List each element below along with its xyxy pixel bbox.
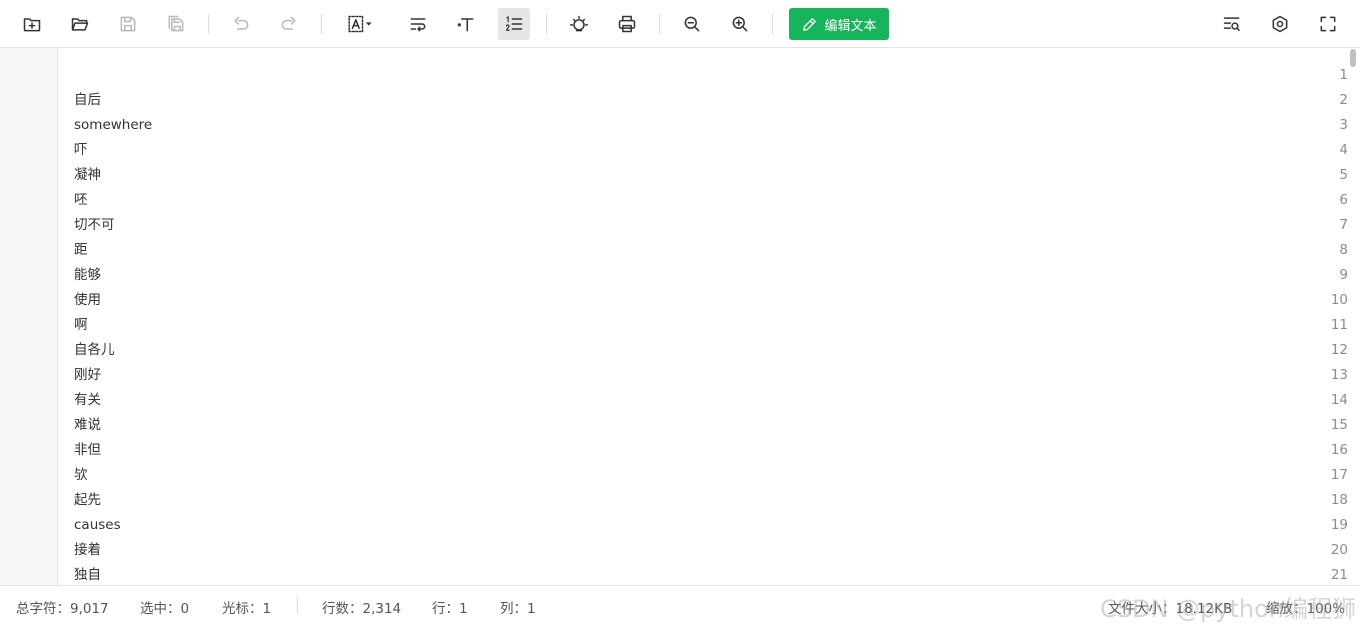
text-style-icon[interactable] (450, 8, 482, 40)
editor-line[interactable]: 起先 (74, 488, 101, 513)
line-number: 4 (1339, 142, 1348, 158)
fullscreen-icon[interactable] (1312, 8, 1344, 40)
editor-line[interactable]: somewhere (74, 113, 152, 138)
editor-line[interactable]: 有关 (74, 388, 101, 413)
line-number: 13 (1330, 367, 1348, 383)
font-icon[interactable] (338, 8, 382, 40)
line-number: 16 (1330, 442, 1348, 458)
zoom-level: 缩放：100% (1266, 601, 1346, 617)
save-as-icon[interactable] (160, 8, 192, 40)
vertical-scrollbar[interactable] (1350, 49, 1356, 67)
search-icon[interactable] (1216, 8, 1248, 40)
editor-line[interactable]: 自各儿 (74, 338, 115, 363)
theme-icon[interactable] (563, 8, 595, 40)
line-number: 20 (1330, 542, 1348, 558)
row-indicator: 行：1 (432, 601, 468, 617)
new-file-icon[interactable] (16, 8, 48, 40)
toolbar: 编辑文本 (0, 0, 1360, 48)
line-number-gutter (0, 48, 58, 585)
line-number: 1 (1339, 67, 1348, 83)
editor-line[interactable]: 能够 (74, 263, 101, 288)
line-number: 8 (1339, 242, 1348, 258)
editor-line[interactable]: 距 (74, 238, 88, 263)
pencil-icon (803, 17, 817, 31)
editor-line[interactable]: 难说 (74, 413, 101, 438)
editor[interactable]: 1 2 自后 3 somewhere 4 吓 5 凝神 6 呸 7 切不可 8 距 9 能够 10 使用 11 啊 12 自… (0, 48, 1360, 585)
editor-line[interactable]: 吓 (74, 138, 88, 163)
editor-line[interactable]: 凝神 (74, 163, 101, 188)
line-number: 15 (1330, 417, 1348, 433)
line-number: 6 (1339, 192, 1348, 208)
save-icon[interactable] (112, 8, 144, 40)
line-number: 2 (1339, 92, 1348, 108)
editor-line[interactable]: 接着 (74, 538, 101, 563)
undo-icon[interactable] (225, 8, 257, 40)
redo-icon[interactable] (273, 8, 305, 40)
edit-text-button[interactable]: 编辑文本 (789, 8, 889, 40)
settings-icon[interactable] (1264, 8, 1296, 40)
line-number: 7 (1339, 217, 1348, 233)
line-number: 9 (1339, 267, 1348, 283)
line-number: 10 (1330, 292, 1348, 308)
line-number: 14 (1330, 392, 1348, 408)
line-number: 12 (1330, 342, 1348, 358)
editor-line[interactable]: 自后 (74, 88, 101, 113)
open-folder-icon[interactable] (64, 8, 96, 40)
wrap-icon[interactable] (402, 8, 434, 40)
editor-line[interactable]: 独自 (74, 563, 101, 585)
file-size: 文件大小：18.12KB (1108, 601, 1233, 617)
print-icon[interactable] (611, 8, 643, 40)
line-count: 行数：2,314 (322, 601, 402, 617)
cursor-position: 光标：1 (222, 601, 272, 617)
line-number: 3 (1339, 117, 1348, 133)
editor-line[interactable]: 使用 (74, 288, 101, 313)
editor-line[interactable]: 切不可 (74, 213, 115, 238)
line-number: 11 (1330, 317, 1348, 333)
line-number: 18 (1330, 492, 1348, 508)
editor-line[interactable]: causes (74, 513, 121, 538)
editor-line[interactable]: 呸 (74, 188, 88, 213)
editor-line[interactable]: 非但 (74, 438, 101, 463)
edit-text-label: 编辑文本 (824, 18, 877, 34)
line-numbers-icon[interactable] (498, 8, 530, 40)
zoom-in-icon[interactable] (724, 8, 756, 40)
line-number: 19 (1330, 517, 1348, 533)
line-number: 21 (1330, 567, 1348, 583)
selected-count: 选中：0 (140, 601, 190, 617)
total-chars: 总字符：9,017 (16, 601, 109, 617)
column-indicator: 列：1 (500, 601, 536, 617)
line-number: 5 (1339, 167, 1348, 183)
editor-line[interactable]: 啊 (74, 313, 88, 338)
status-bar: 总字符：9,017 选中：0 光标：1 行数：2,314 行：1 列：1 文件大… (0, 585, 1360, 624)
zoom-out-icon[interactable] (676, 8, 708, 40)
line-number: 17 (1330, 467, 1348, 483)
editor-line[interactable]: 欤 (74, 463, 88, 488)
editor-line[interactable]: 刚好 (74, 363, 101, 388)
